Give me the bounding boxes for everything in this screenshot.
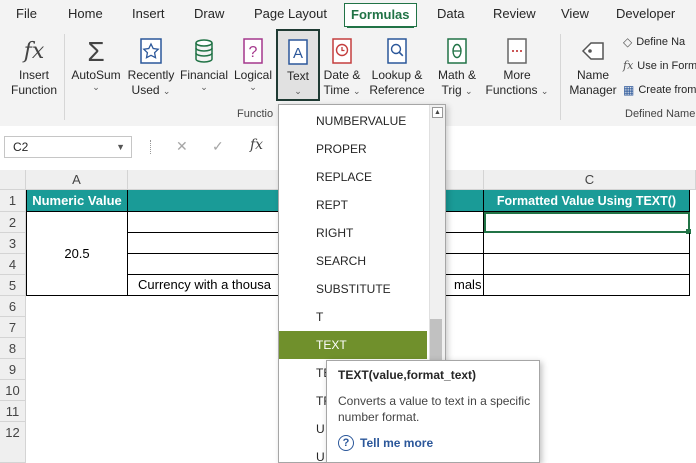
enter-icon[interactable]: ✓	[212, 138, 224, 155]
text-a-icon: A	[278, 35, 318, 69]
tab-view[interactable]: View	[561, 6, 589, 21]
fx-icon: fx	[23, 38, 45, 64]
tab-data[interactable]: Data	[437, 6, 464, 21]
name-manager-button[interactable]: Name Manager	[566, 34, 620, 98]
cancel-icon[interactable]: ✕	[176, 138, 188, 155]
table-header-formatted-value[interactable]: Formatted Value Using TEXT()	[484, 190, 690, 212]
column-header-a[interactable]: A	[26, 170, 128, 190]
cell-c5[interactable]	[484, 275, 690, 296]
autosum-button[interactable]: Σ AutoSum ⌄	[68, 34, 124, 92]
insert-function-icon[interactable]: fx	[250, 137, 263, 153]
tooltip-title: TEXT(value,format_text)	[338, 368, 477, 382]
clock-icon	[320, 34, 364, 68]
menu-item-right[interactable]: RIGHT	[279, 219, 427, 247]
insert-function-button[interactable]: fx Insert Function	[6, 34, 62, 98]
tooltip-description: Converts a value to text in a specific n…	[338, 394, 531, 424]
fx-small-icon: fx	[623, 59, 634, 72]
row-header[interactable]: 1	[0, 190, 26, 212]
tab-developer[interactable]: Developer	[616, 6, 675, 21]
row-header[interactable]: 3	[0, 233, 26, 254]
cell-c4[interactable]	[484, 254, 690, 275]
column-header-c[interactable]: C	[484, 170, 696, 190]
row-header[interactable]: 7	[0, 317, 26, 338]
tab-insert[interactable]: Insert	[132, 6, 165, 21]
table-header-numeric-value[interactable]: Numeric Value	[26, 190, 128, 212]
row-header[interactable]: 6	[0, 296, 26, 317]
use-in-formula-button[interactable]: fx Use in Form	[623, 59, 696, 72]
row-header[interactable]: 9	[0, 359, 26, 380]
menu-item-substitute[interactable]: SUBSTITUTE	[279, 275, 427, 303]
ribbon-tab-bar: File Home Insert Draw Page Layout Formul…	[0, 0, 696, 30]
cell-b5-left-text: Currency with a thousa	[138, 277, 271, 292]
define-name-button[interactable]: ◇ Define Na	[623, 35, 685, 49]
more-functions-icon	[482, 34, 552, 68]
question-icon: ?	[230, 34, 276, 68]
tab-file[interactable]: File	[16, 6, 37, 21]
tag-icon	[566, 34, 620, 68]
tag-small-icon: ◇	[623, 35, 633, 49]
row-header[interactable]: 8	[0, 338, 26, 359]
row-header[interactable]: 12	[0, 422, 26, 463]
cell-a2-numeric-value[interactable]: 20.5	[26, 212, 128, 296]
cell-b5-right-text: mals	[454, 277, 482, 292]
star-icon	[124, 34, 178, 68]
theta-icon	[432, 34, 482, 68]
financial-button[interactable]: Financial ⌄	[178, 34, 230, 92]
cell-c2-selected[interactable]	[484, 212, 690, 233]
chevron-down-icon[interactable]: ▼	[116, 142, 125, 152]
help-icon: ?	[338, 435, 354, 451]
cell-c3[interactable]	[484, 233, 690, 254]
group-label-defined-names: Defined Name	[625, 108, 696, 120]
select-all-corner[interactable]	[0, 170, 26, 190]
row-header[interactable]: 5	[0, 275, 26, 296]
more-functions-button[interactable]: More Functions ⌄	[482, 34, 552, 98]
tab-review[interactable]: Review	[493, 6, 536, 21]
math-trig-button[interactable]: Math & Trig ⌄	[432, 34, 482, 98]
text-button[interactable]: A Text ⌄	[276, 29, 320, 101]
svg-text:A: A	[293, 45, 303, 62]
menu-item-rept[interactable]: REPT	[279, 191, 427, 219]
recently-used-button[interactable]: Recently Used ⌄	[124, 34, 178, 98]
menu-item-replace[interactable]: REPLACE	[279, 163, 427, 191]
tab-home[interactable]: Home	[68, 6, 103, 21]
lookup-reference-button[interactable]: Lookup & Reference ⌄	[364, 34, 430, 113]
row-header[interactable]: 11	[0, 401, 26, 422]
logical-button[interactable]: ? Logical ⌄	[230, 34, 276, 92]
coins-icon	[178, 34, 230, 68]
function-tooltip: TEXT(value,format_text) Converts a value…	[326, 360, 540, 463]
row-header[interactable]: 10	[0, 380, 26, 401]
row-header[interactable]: 2	[0, 212, 26, 233]
formula-buttons: ✕ ✓ fx	[166, 136, 278, 158]
scroll-up-icon[interactable]: ▲	[432, 107, 443, 118]
sigma-icon: Σ	[87, 35, 105, 67]
magnifier-icon	[364, 34, 430, 68]
menu-item-proper[interactable]: PROPER	[279, 135, 427, 163]
menu-item-search[interactable]: SEARCH	[279, 247, 427, 275]
tell-me-more-link[interactable]: ? Tell me more	[338, 435, 433, 451]
create-from-selection-button[interactable]: ▦ Create from	[623, 83, 696, 97]
menu-item-numbervalue[interactable]: NUMBERVALUE	[279, 107, 427, 135]
menu-item-t[interactable]: T	[279, 303, 427, 331]
tab-formulas[interactable]: Formulas	[344, 3, 417, 30]
row-header[interactable]: 4	[0, 254, 26, 275]
name-box-value: C2	[13, 140, 29, 154]
tab-draw[interactable]: Draw	[194, 6, 224, 21]
date-time-button[interactable]: Date & Time ⌄	[320, 34, 364, 98]
group-label-function-library: Functio	[237, 108, 274, 120]
svg-text:?: ?	[249, 44, 258, 61]
menu-item-text[interactable]: TEXT	[279, 331, 427, 359]
name-box[interactable]: C2 ▼	[4, 136, 132, 158]
grid-small-icon: ▦	[623, 83, 635, 97]
tab-page-layout[interactable]: Page Layout	[254, 6, 327, 21]
